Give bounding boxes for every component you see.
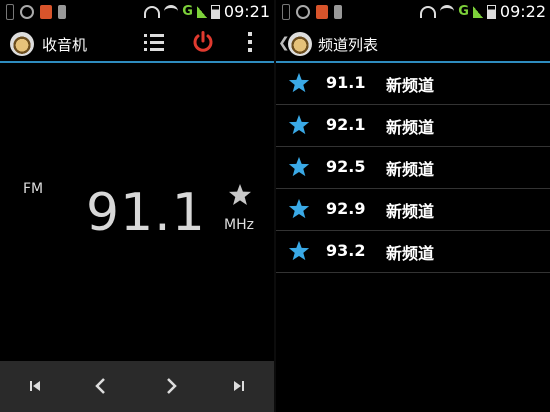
channel-frequency: 93.2	[326, 241, 366, 260]
channel-frequency: 91.1	[326, 73, 366, 92]
radio-app-icon[interactable]	[10, 32, 34, 56]
star-icon[interactable]	[288, 240, 310, 262]
status-bar: G 09:22	[276, 0, 550, 24]
channel-frequency: 92.9	[326, 199, 366, 218]
status-time: 09:21	[223, 2, 270, 21]
wifi-icon	[164, 5, 179, 18]
power-icon	[193, 31, 213, 52]
skip-previous-icon	[30, 381, 40, 391]
chevron-left-icon	[95, 378, 105, 394]
chevron-right-icon	[167, 378, 177, 394]
app-notification-icon	[40, 5, 52, 19]
channel-row[interactable]: 91.1 新频道	[276, 63, 550, 105]
notification-icon	[296, 5, 310, 19]
channel-row[interactable]: 92.9 新频道	[276, 189, 550, 231]
channel-list-screen: G 09:22 ❮ 频道列表 91.1 新频道 92.1 新频道 92.5 新频…	[276, 0, 550, 412]
band-label: FM	[23, 181, 44, 197]
step-up-button[interactable]	[160, 375, 182, 397]
channel-row[interactable]: 92.5 新频道	[276, 147, 550, 189]
step-down-button[interactable]	[90, 375, 112, 397]
seek-next-button[interactable]	[228, 375, 250, 397]
headset-icon	[420, 5, 437, 18]
sd-card-icon	[58, 5, 66, 19]
channel-name: 新频道	[386, 118, 435, 137]
frequency-unit: MHz	[224, 217, 254, 233]
battery-icon	[486, 4, 496, 19]
channel-name: 新频道	[386, 160, 435, 179]
back-button[interactable]	[288, 32, 312, 56]
network-type: G	[182, 4, 193, 19]
headset-icon	[144, 5, 161, 18]
usb-icon	[282, 4, 290, 20]
channel-name: 新频道	[386, 202, 435, 221]
usb-icon	[6, 4, 14, 20]
radio-screen: G 09:21 收音机 FM 91.1 MHz	[0, 0, 274, 412]
favorite-button[interactable]	[228, 183, 252, 207]
action-bar-divider	[0, 61, 274, 63]
status-bar: G 09:21	[0, 0, 274, 24]
star-icon	[229, 184, 251, 205]
channel-frequency: 92.5	[326, 157, 366, 176]
notification-icon	[20, 5, 34, 19]
star-icon[interactable]	[288, 72, 310, 94]
wifi-icon	[440, 5, 455, 18]
battery-icon	[210, 4, 220, 19]
page-title: 频道列表	[318, 36, 379, 54]
playback-controls	[0, 361, 274, 412]
status-time: 09:22	[499, 2, 546, 21]
skip-next-icon	[234, 381, 244, 391]
star-icon[interactable]	[288, 156, 310, 178]
app-title: 收音机	[42, 36, 88, 54]
seek-previous-button[interactable]	[24, 375, 46, 397]
signal-icon	[472, 5, 483, 18]
sd-card-icon	[334, 5, 342, 19]
star-icon[interactable]	[288, 198, 310, 220]
app-notification-icon	[316, 5, 328, 19]
channel-row[interactable]: 93.2 新频道	[276, 231, 550, 273]
current-frequency: 91.1	[86, 183, 206, 243]
channel-list-button[interactable]	[144, 33, 164, 51]
star-icon[interactable]	[288, 114, 310, 136]
channel-name: 新频道	[386, 244, 435, 263]
channel-name: 新频道	[386, 76, 435, 95]
signal-icon	[196, 5, 207, 18]
overflow-menu-button[interactable]	[247, 32, 253, 52]
network-type: G	[458, 4, 469, 19]
power-button[interactable]	[192, 31, 214, 53]
channel-frequency: 92.1	[326, 115, 366, 134]
channel-row[interactable]: 92.1 新频道	[276, 105, 550, 147]
